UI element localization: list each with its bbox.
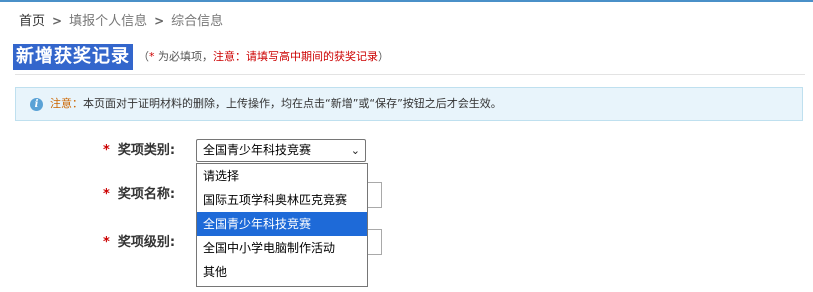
notice-label: 注意： [50, 97, 83, 110]
notice-text-wrapper: 注意：本页面对于证明材料的删除，上传操作，均在点击“新增”或“保存”按钮之后才会… [50, 88, 502, 120]
award-category-select[interactable]: 全国青少年科技竞赛 ⌄ [196, 139, 366, 162]
notice-text: 本页面对于证明材料的删除，上传操作，均在点击“新增”或“保存”按钮之后才会生效。 [83, 97, 502, 110]
dropdown-option[interactable]: 全国中小学电脑制作活动 [197, 236, 367, 260]
breadcrumb-home[interactable]: 首页 [19, 14, 45, 29]
dropdown-option[interactable]: 国际五项学科奥林匹克竞赛 [197, 188, 367, 212]
chevron-right-icon: > [154, 14, 165, 28]
breadcrumb: 首页 > 填报个人信息 > 综合信息 [19, 12, 223, 31]
breadcrumb-item-general-info: 综合信息 [171, 14, 224, 29]
title-note-attention-text: 请填写高中期间的获奖记录 [246, 50, 378, 63]
required-star: * [103, 235, 110, 250]
award-level-label-text: 奖项级别: [117, 235, 176, 250]
award-category-label: * 奖项类别: [103, 142, 175, 160]
title-note-required-text: 为必填项， [154, 50, 213, 63]
chevron-down-icon: ⌄ [350, 144, 360, 157]
required-star: * [103, 143, 110, 158]
award-name-label: * 奖项名称: [103, 186, 175, 204]
award-level-label: * 奖项级别: [103, 234, 175, 252]
breadcrumb-item-personal-info[interactable]: 填报个人信息 [69, 14, 147, 29]
required-star: * [103, 187, 110, 202]
title-note: （* 为必填项，注意：请填写高中期间的获奖记录） [138, 49, 389, 65]
title-note-suffix: ） [378, 50, 389, 63]
page-title: 新增获奖记录 [13, 44, 133, 70]
title-note-prefix: （ [138, 50, 149, 63]
section-divider [15, 74, 805, 75]
top-border [0, 0, 813, 2]
award-name-label-text: 奖项名称: [117, 187, 176, 202]
info-icon: i [30, 98, 43, 111]
dropdown-option-selected[interactable]: 全国青少年科技竞赛 [197, 212, 367, 236]
award-category-selected-value: 全国青少年科技竞赛 [203, 143, 312, 157]
notice-banner: i 注意：本页面对于证明材料的删除，上传操作，均在点击“新增”或“保存”按钮之后… [15, 87, 803, 121]
chevron-right-icon: > [52, 14, 63, 28]
award-level-input[interactable] [368, 229, 382, 255]
award-category-dropdown: 请选择 国际五项学科奥林匹克竞赛 全国青少年科技竞赛 全国中小学电脑制作活动 其… [196, 163, 368, 287]
dropdown-option[interactable]: 其他 [197, 260, 367, 284]
title-note-attention-label: 注意： [213, 50, 246, 63]
dropdown-option[interactable]: 请选择 [197, 164, 367, 188]
award-category-label-text: 奖项类别: [117, 143, 176, 158]
award-name-input[interactable] [368, 182, 382, 208]
